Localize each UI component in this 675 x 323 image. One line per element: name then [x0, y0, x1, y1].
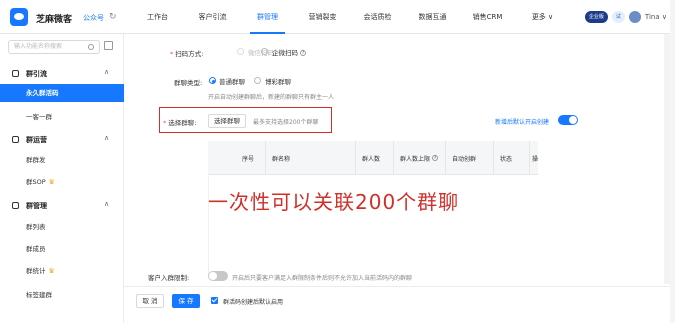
save-button[interactable]: 保 存 [172, 294, 200, 308]
user-menu[interactable]: 企业版 试 Tina ∨ [584, 10, 667, 24]
col-member-count: 群人数 [356, 141, 394, 175]
sidebar-group-operation[interactable]: 群运营 ∧ [0, 132, 124, 148]
brand-logo-icon [10, 8, 28, 26]
settings-icon [12, 202, 19, 209]
enable-by-default-checkbox[interactable] [211, 297, 218, 304]
sidebar: 输入功能名称搜索 群引流 ∧ 永久群活码 一客一群 群运营 ∧ 群群发 群SOP… [0, 34, 124, 323]
sidebar-item-label: 群统计 [26, 267, 46, 275]
col-auto-create: 自动创群 [446, 141, 494, 175]
nav-data-sync[interactable]: 数据互通 [405, 0, 460, 34]
sidebar-item-group-list[interactable]: 群列表 [0, 218, 124, 236]
trial-badge: 试 [611, 11, 625, 23]
nav-marketing[interactable]: 营销裂变 [295, 0, 350, 34]
sidebar-group-label: 群引流 [26, 70, 47, 78]
sidebar-item-permanent-qrcode[interactable]: 永久群活码 [0, 84, 124, 102]
refresh-icon[interactable]: ↻ [109, 12, 117, 22]
chevron-up-icon: ∧ [104, 68, 110, 76]
sidebar-search-input[interactable]: 输入功能名称搜索 [8, 40, 100, 54]
user-name: Tina ∨ [644, 13, 667, 21]
join-limit-label: 客户入群限制: [148, 274, 190, 282]
chat-type-normal-label: 普通群聊 [219, 78, 245, 86]
window-edge [670, 0, 675, 323]
col-status: 状态 [494, 141, 530, 175]
chat-type-other-radio[interactable] [254, 77, 261, 84]
chat-icon [12, 136, 19, 143]
select-group-button[interactable]: 选择群聊 [208, 114, 246, 128]
avatar [628, 11, 641, 23]
crown-icon: ♛ [48, 267, 55, 275]
search-icon[interactable] [88, 44, 94, 50]
official-account-link[interactable]: 公众号 [83, 13, 104, 23]
sidebar-item-one-customer-one-group[interactable]: 一客一群 [0, 108, 124, 126]
nav-sales-crm[interactable]: 销售CRM [460, 0, 515, 34]
scan-wecom-radio[interactable] [261, 48, 268, 55]
join-limit-hint: 开启后只要客户满足入群限制条件后则不允许加入当前活码内的群聊 [232, 275, 413, 282]
col-action: 操 [532, 155, 539, 163]
enable-by-default-label: 群活码创建后默认启用 [223, 299, 284, 306]
collapse-sidebar-icon[interactable] [104, 41, 113, 50]
sidebar-group-management[interactable]: 群管理 ∧ [0, 198, 124, 214]
chat-type-label: 群聊类型: [174, 79, 203, 87]
col-index: 序号 [236, 141, 266, 175]
col-group-name: 群名称 [266, 141, 356, 175]
nav-workbench[interactable]: 工作台 [130, 0, 185, 34]
chat-type-normal-radio[interactable] [209, 77, 216, 84]
edition-badge: 企业版 [584, 11, 608, 23]
chevron-up-icon: ∧ [104, 200, 110, 208]
chevron-up-icon: ∧ [104, 134, 110, 142]
sidebar-item-group-sop[interactable]: 群SOP ♛ [0, 173, 124, 191]
main-nav: 工作台 客户引流 群管理 营销裂变 会话质检 数据互通 销售CRM 更多 ∨ [130, 0, 570, 34]
nav-customer-acquisition[interactable]: 客户引流 [185, 0, 240, 34]
select-group-label: * 选择群聊: [163, 119, 197, 127]
scan-method-label: * 扫码方式: [170, 50, 204, 58]
sidebar-item-group-stats[interactable]: 群统计 ♛ [0, 262, 124, 280]
group-table-header: 序号 群名称 群人数 群人数上限? 自动创群 状态 操 [208, 141, 538, 175]
chat-type-hint: 开启自动创建群聊后，新建的群聊只有群主一人 [208, 94, 335, 101]
cancel-button[interactable]: 取 消 [136, 294, 164, 308]
auto-create-toggle[interactable] [558, 115, 578, 125]
sidebar-group-label: 群运营 [26, 136, 47, 144]
nav-session-qc[interactable]: 会话质检 [350, 0, 405, 34]
nav-group-management[interactable]: 群管理 [240, 0, 295, 34]
sidebar-item-group-broadcast[interactable]: 群群发 [0, 151, 124, 169]
scan-wecom-label: 企微扫码? [272, 49, 306, 57]
chat-type-other-label: 博彩群聊 [265, 78, 291, 86]
nav-more[interactable]: 更多 ∨ [515, 0, 570, 34]
join-limit-toggle[interactable] [208, 271, 228, 281]
help-icon: ? [432, 155, 439, 161]
sidebar-item-group-members[interactable]: 群成员 [0, 240, 124, 258]
sidebar-item-tag-group[interactable]: 标签建群 [0, 286, 124, 304]
col-member-limit: 群人数上限? [394, 141, 446, 175]
top-navbar: 芝麻微客 公众号 ↻ 工作台 客户引流 群管理 营销裂变 会话质检 数据互通 销… [0, 0, 675, 34]
help-icon: ? [300, 50, 306, 56]
main-content: * 扫码方式: 微信扫码 企微扫码? 群聊类型: 普通群聊 博彩群聊 开启自动创建… [124, 34, 675, 323]
sidebar-group-label: 群管理 [26, 202, 47, 210]
select-group-hint: 最多支持选择200个群聊 [253, 119, 319, 126]
scan-wechat-radio[interactable] [237, 48, 244, 55]
auto-create-label: 新增后默认开启创建 [495, 119, 550, 126]
footer-bar: 取 消 保 存 群活码创建后默认启用 [124, 286, 675, 323]
user-icon [12, 70, 19, 77]
sidebar-group-traffic[interactable]: 群引流 ∧ [0, 66, 124, 82]
brand-name: 芝麻微客 [36, 15, 73, 25]
crown-icon: ♛ [48, 178, 55, 186]
sidebar-item-label: 群SOP [26, 178, 46, 186]
annotation-caption: 一次性可以关联200个群聊 [208, 190, 460, 214]
